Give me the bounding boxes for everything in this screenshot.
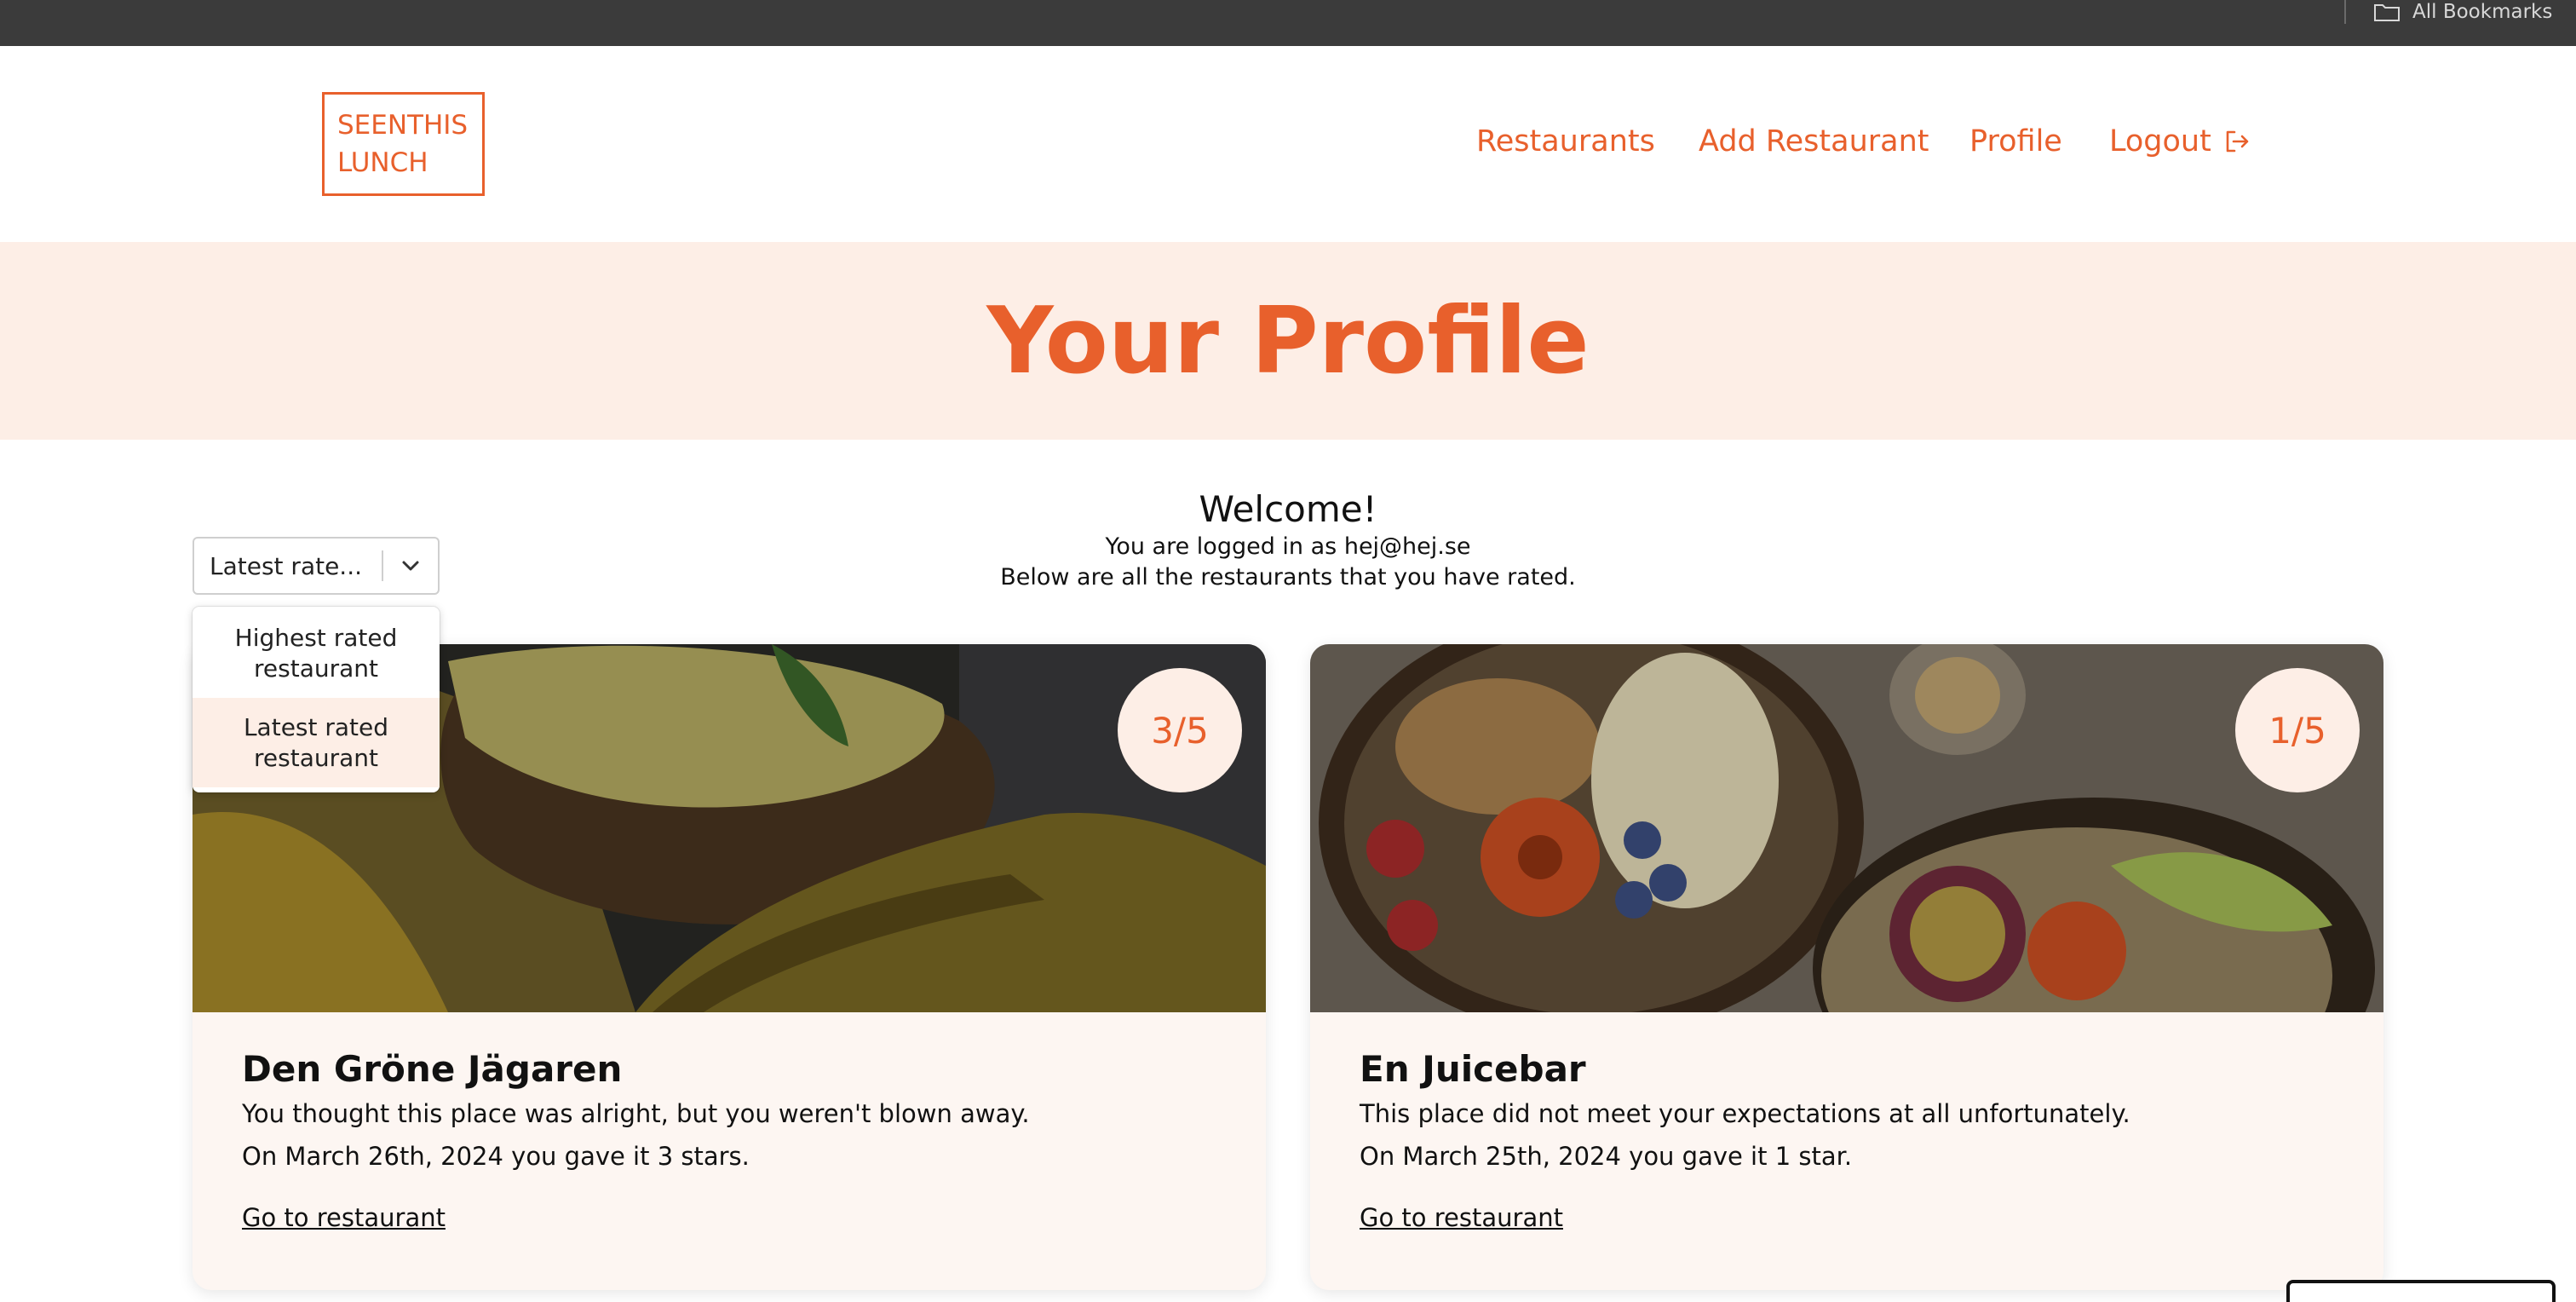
go-to-restaurant-link[interactable]: Go to restaurant — [242, 1203, 446, 1232]
restaurant-card: 1/5 En Juicebar This place did not meet … — [1310, 644, 2383, 1290]
main-nav: Restaurants Add Restaurant Profile Logou… — [0, 46, 2576, 242]
chevron-down-icon — [402, 561, 419, 571]
welcome-heading: Welcome! — [1199, 488, 1377, 530]
profile-hero: Your Profile — [0, 242, 2576, 440]
page-title: Your Profile — [986, 288, 1590, 395]
food-image — [1310, 644, 2383, 1012]
rating-comment: This place did not meet your expectation… — [1360, 1099, 2130, 1128]
sort-selected-value: Latest rate... — [210, 551, 363, 580]
rating-comment: You thought this place was alright, but … — [242, 1099, 1030, 1128]
restaurant-name: Den Gröne Jägaren — [242, 1048, 623, 1090]
bookmarks-bar: All Bookmarks — [0, 0, 2576, 46]
restaurant-photo — [1310, 644, 2383, 1012]
nav-profile-link[interactable]: Profile — [1969, 124, 2062, 158]
site-header: SEENTHIS LUNCH Restaurants Add Restauran… — [0, 46, 2576, 242]
logout-icon — [2226, 130, 2249, 153]
folder-icon — [2374, 4, 2400, 21]
card-body: Den Gröne Jägaren You thought this place… — [193, 1012, 1266, 1290]
floating-widget[interactable] — [2286, 1280, 2556, 1302]
rating-badge: 1/5 — [2235, 668, 2360, 792]
sort-dropdown-toggle[interactable] — [383, 559, 438, 573]
nav-add-restaurant-link[interactable]: Add Restaurant — [1699, 124, 1929, 158]
sort-option-highest-rated[interactable]: Highest rated restaurant — [193, 608, 440, 698]
sort-option-latest-rated[interactable]: Latest rated restaurant — [193, 698, 440, 787]
bookmarks-separator — [2344, 0, 2346, 24]
restaurant-name: En Juicebar — [1360, 1048, 1586, 1090]
all-bookmarks-button[interactable]: All Bookmarks — [2373, 0, 2552, 24]
nav-logout-link[interactable]: Logout — [2109, 124, 2251, 158]
card-body: En Juicebar This place did not meet your… — [1310, 1012, 2383, 1290]
rating-badge: 3/5 — [1118, 668, 1242, 792]
rating-date: On March 26th, 2024 you gave it 3 stars. — [242, 1142, 750, 1171]
nav-restaurants-link[interactable]: Restaurants — [1476, 124, 1655, 158]
logout-label: Logout — [2109, 124, 2211, 158]
sort-dropdown-menu: Highest rated restaurant Latest rated re… — [193, 607, 440, 792]
all-bookmarks-label: All Bookmarks — [2412, 1, 2553, 23]
rating-date: On March 25th, 2024 you gave it 1 star. — [1360, 1142, 1853, 1171]
go-to-restaurant-link[interactable]: Go to restaurant — [1360, 1203, 1563, 1232]
sort-select[interactable]: Latest rate... — [193, 537, 440, 595]
